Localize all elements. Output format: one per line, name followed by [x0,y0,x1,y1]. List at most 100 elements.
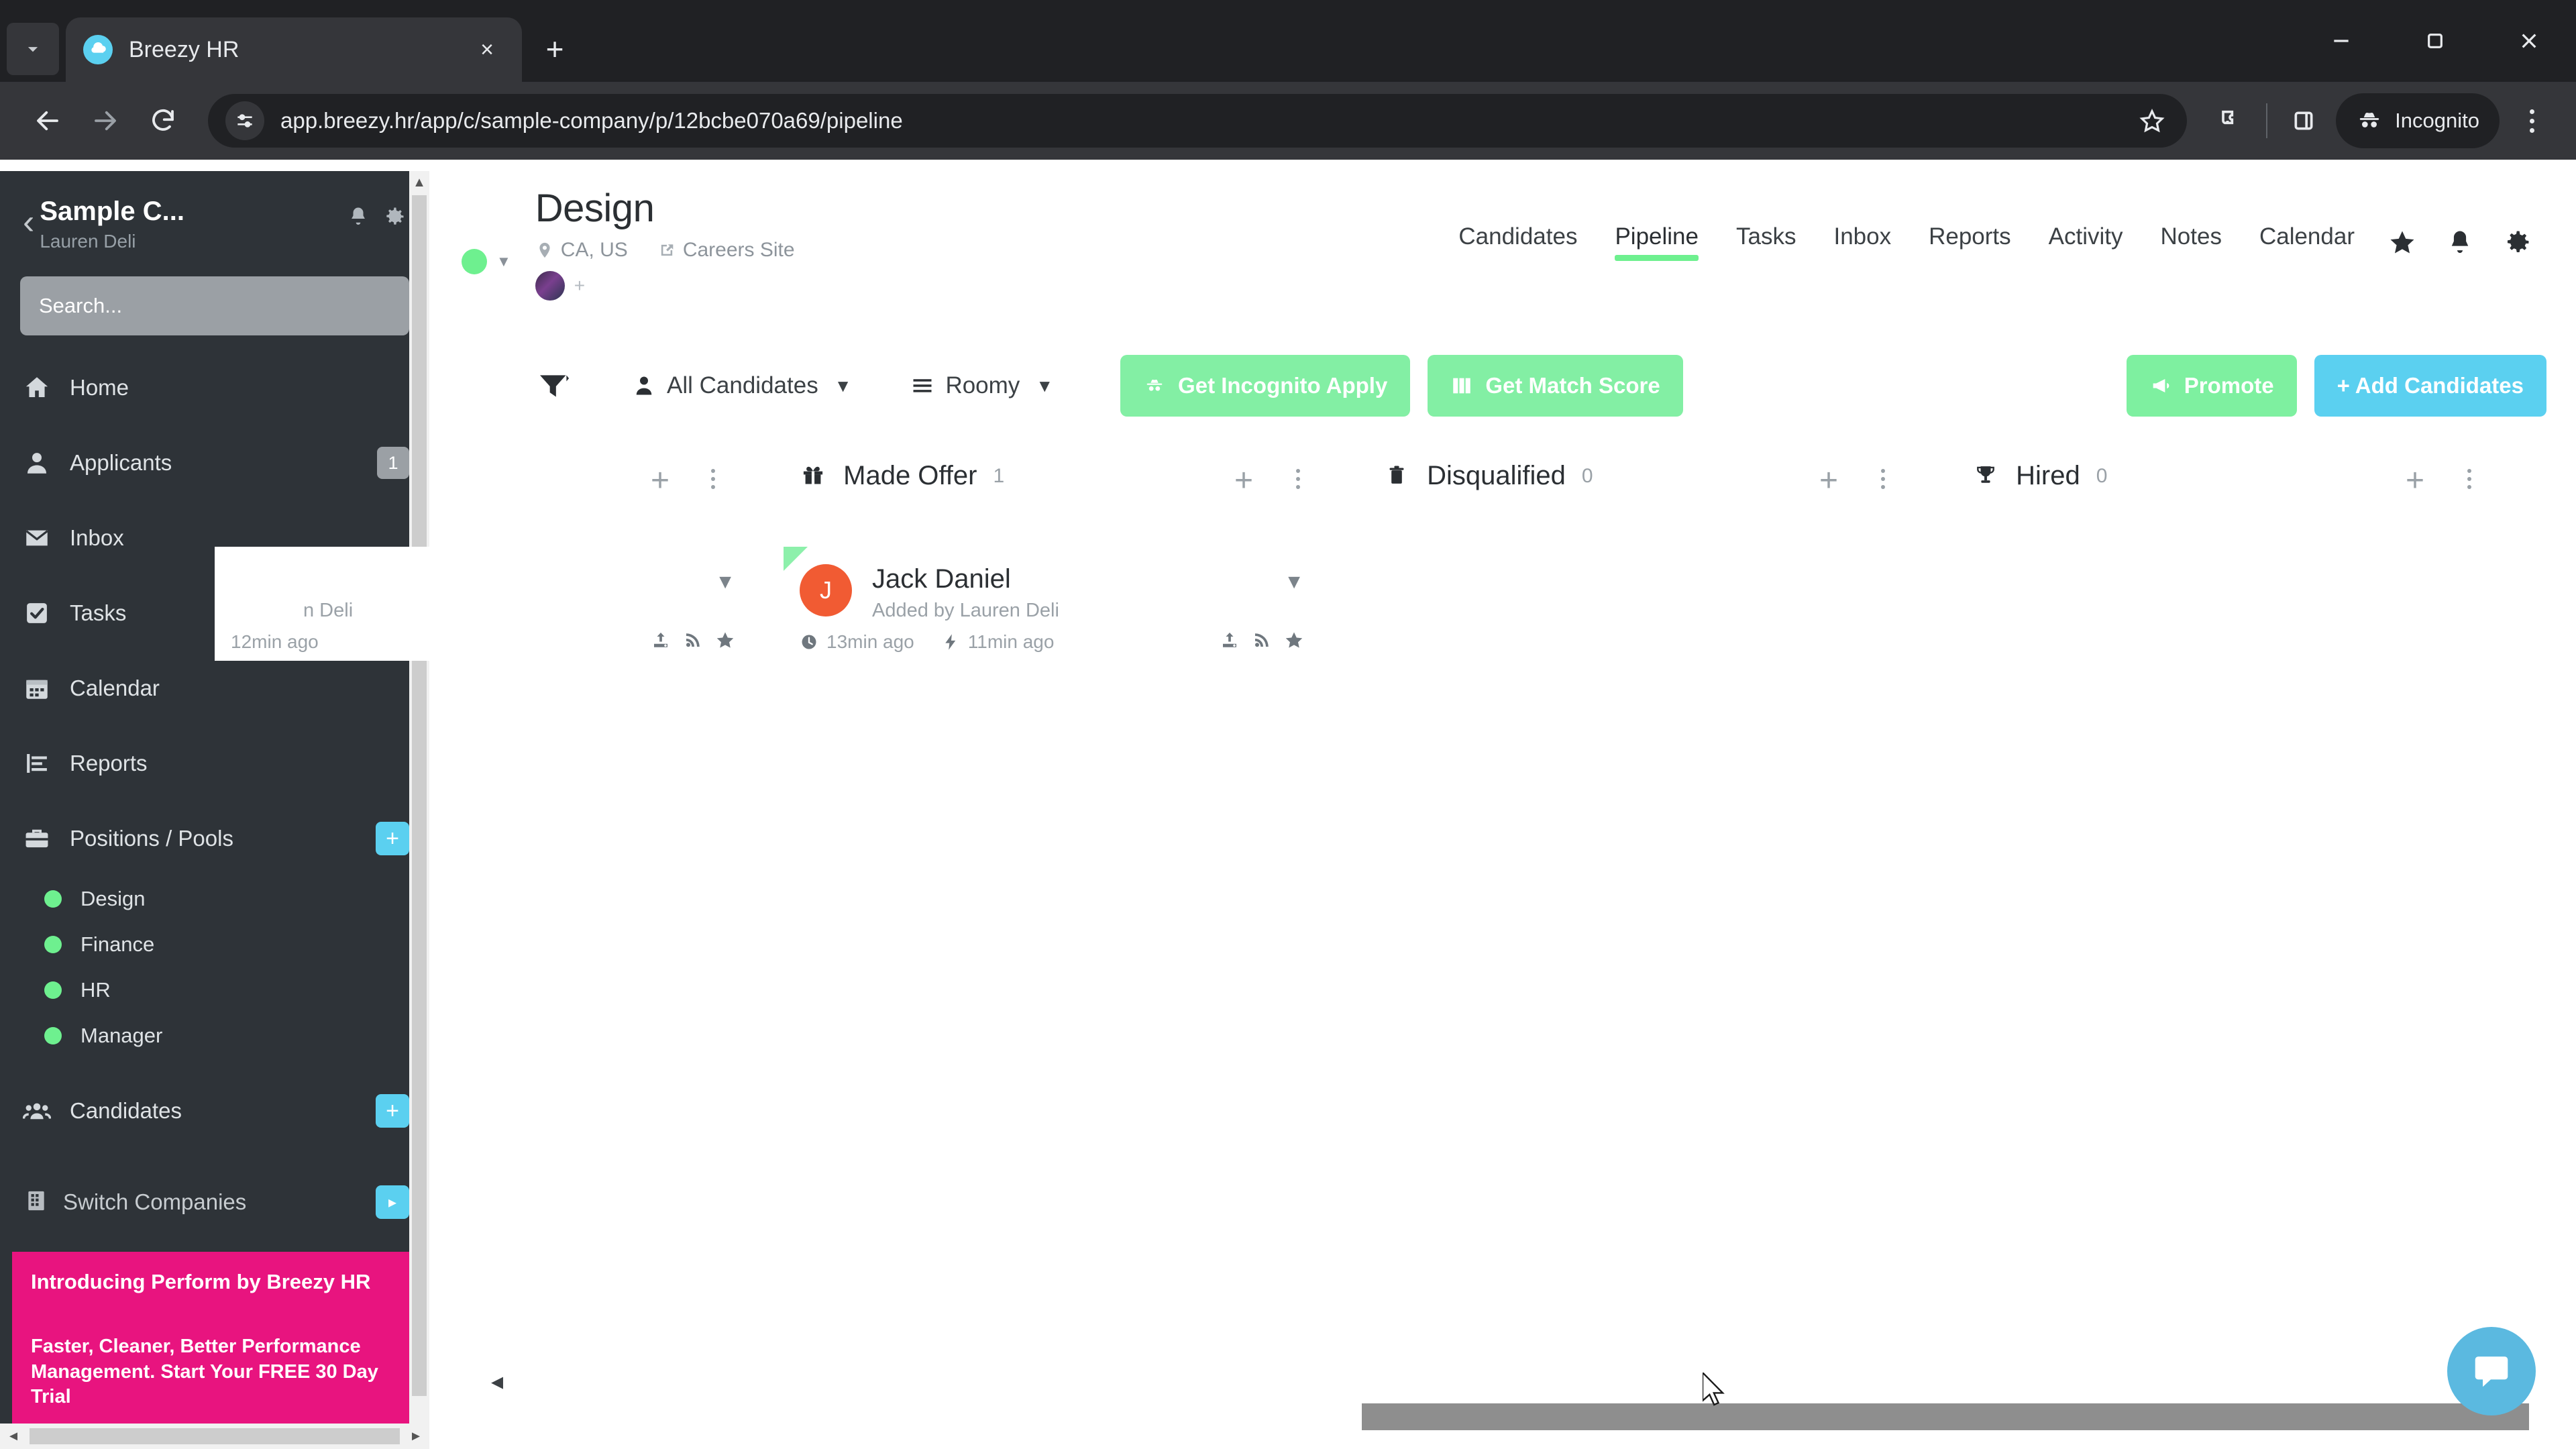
column-menu-button-disqualified[interactable] [1881,469,1885,489]
promo-banner[interactable]: Introducing Perform by Breezy HR Faster,… [12,1252,415,1430]
upload-icon[interactable] [651,630,671,653]
back-icon[interactable] [19,92,76,150]
tab-tasks[interactable]: Tasks [1717,223,1815,261]
gear-icon[interactable] [2489,228,2546,256]
forward-icon[interactable] [76,92,134,150]
scroll-up-icon[interactable]: ▲ [409,171,429,194]
get-match-score-button[interactable]: Get Match Score [1428,355,1683,417]
column-add-card-button-hired[interactable]: + [2406,465,2424,497]
kebab-menu-icon[interactable] [1881,469,1885,489]
candidates-filter-dropdown[interactable]: All Candidates ▼ [632,372,851,399]
close-icon[interactable]: × [470,32,504,67]
star-icon[interactable] [2373,228,2431,256]
browser-tab[interactable]: Breezy HR × [66,17,522,82]
bell-icon[interactable] [2431,228,2489,256]
scrollbar-thumb[interactable] [1362,1403,2529,1430]
star-icon[interactable] [1284,630,1304,653]
promote-button[interactable]: Promote [2126,355,2297,417]
url-text: app.breezy.hr/app/c/sample-company/p/12b… [280,108,903,133]
upload-icon[interactable] [1220,630,1240,653]
side-panel-icon[interactable] [2277,94,2330,148]
avatar[interactable] [535,271,565,301]
kebab-menu-icon[interactable] [2467,469,2471,489]
collapse-sidebar-icon[interactable]: ‹ [23,205,34,239]
search-input[interactable]: Search... [20,276,409,335]
chevron-down-icon[interactable]: ▼ [496,253,511,270]
column-add-card-button-disqualified[interactable]: + [1819,465,1838,497]
plus-icon[interactable]: + [651,465,669,497]
bookmark-star-icon[interactable] [2127,95,2178,146]
sidebar-item-reports[interactable]: Reports [0,726,429,801]
scroll-left-icon[interactable]: ◄ [0,1429,27,1444]
scroll-right-icon[interactable]: ► [402,1429,429,1444]
chrome-menu-icon[interactable] [2506,95,2557,146]
sidebar-item-calendar[interactable]: Calendar [0,651,429,726]
add-candidates-button[interactable]: + Add Candidates [2314,355,2546,417]
position-status-selector[interactable]: ▼ [462,249,511,274]
kebab-menu-icon[interactable] [1296,469,1300,489]
get-incognito-apply-button[interactable]: Get Incognito Apply [1120,355,1411,417]
scrollbar-thumb[interactable] [30,1428,400,1444]
position-nav-tabs: Candidates Pipeline Tasks Inbox Reports … [1440,223,2546,261]
tab-notes[interactable]: Notes [2142,223,2241,261]
sidebar-pool-manager[interactable]: Manager [0,1013,429,1059]
board-horizontal-scrollbar[interactable] [429,1403,2576,1430]
tab-strip: Breezy HR × + [0,0,2576,82]
column-menu-button-prev[interactable] [711,469,715,489]
chat-bubble-icon[interactable] [2447,1327,2536,1415]
gear-icon[interactable] [382,205,407,232]
tab-pipeline[interactable]: Pipeline [1596,223,1717,261]
sidebar-item-positions-pools[interactable]: Positions / Pools + [0,801,429,876]
incognito-profile-button[interactable]: Incognito [2336,93,2500,148]
add-member-icon[interactable]: + [574,275,585,297]
funnel-icon[interactable] [537,371,573,400]
density-dropdown[interactable]: Roomy ▼ [910,372,1053,399]
board-scroll-left-icon[interactable]: ◂ [491,1367,503,1395]
add-position-button[interactable]: + [376,822,409,855]
column-add-card-button-prev[interactable]: + [651,465,669,497]
candidate-card-partial[interactable]: n Deli ▼ 12min ago [215,547,751,661]
column-menu-button-made-offer[interactable] [1296,469,1300,489]
company-name[interactable]: Sample C... [40,197,346,227]
tab-reports[interactable]: Reports [1910,223,2030,261]
tab-activity[interactable]: Activity [2030,223,2142,261]
switch-companies-row[interactable]: Switch Companies ▸ [0,1169,429,1236]
careers-site-link[interactable]: Careers Site [657,239,795,262]
tab-search-button[interactable] [7,23,59,75]
reload-icon[interactable] [134,92,192,150]
maximize-icon[interactable] [2388,0,2482,82]
site-settings-icon[interactable] [225,101,264,140]
column-menu-button-hired[interactable] [2467,469,2471,489]
plus-icon[interactable]: + [2406,465,2424,497]
extensions-icon[interactable] [2203,94,2257,148]
plus-icon[interactable]: + [1234,465,1253,497]
chevron-right-icon[interactable]: ▸ [376,1185,409,1219]
address-bar[interactable]: app.breezy.hr/app/c/sample-company/p/12b… [208,94,2188,148]
sidebar-item-home[interactable]: Home [0,350,429,425]
tab-calendar[interactable]: Calendar [2241,223,2373,261]
bell-icon[interactable] [346,205,370,232]
plus-icon[interactable]: + [1819,465,1838,497]
sidebar-item-candidates[interactable]: Candidates + [0,1073,429,1148]
tab-candidates[interactable]: Candidates [1440,223,1596,261]
scrollbar-thumb[interactable] [412,195,427,1396]
kebab-menu-icon[interactable] [711,469,715,489]
tab-inbox[interactable]: Inbox [1815,223,1910,261]
add-candidate-button[interactable]: + [376,1094,409,1128]
column-add-card-button-made-offer[interactable]: + [1234,465,1253,497]
sidebar-pool-finance[interactable]: Finance [0,922,429,967]
rss-icon[interactable] [683,630,703,653]
chevron-down-icon[interactable]: ▼ [715,571,735,594]
rss-icon[interactable] [1252,630,1272,653]
chevron-down-icon[interactable]: ▼ [1284,571,1304,594]
minimize-icon[interactable] [2294,0,2388,82]
candidate-card[interactable]: J Jack Daniel Added by Lauren Deli ▼ 13m… [784,547,1320,661]
sidebar-pool-design[interactable]: Design [0,876,429,922]
sidebar-item-applicants[interactable]: Applicants 1 [0,425,429,500]
sidebar-vertical-scrollbar[interactable]: ▲ ▼ [409,171,429,1449]
star-icon[interactable] [715,630,735,653]
new-tab-button[interactable]: + [531,25,578,72]
sidebar-horizontal-scrollbar[interactable]: ◄ ► [0,1424,429,1449]
close-window-icon[interactable] [2482,0,2576,82]
sidebar-pool-hr[interactable]: HR [0,967,429,1013]
